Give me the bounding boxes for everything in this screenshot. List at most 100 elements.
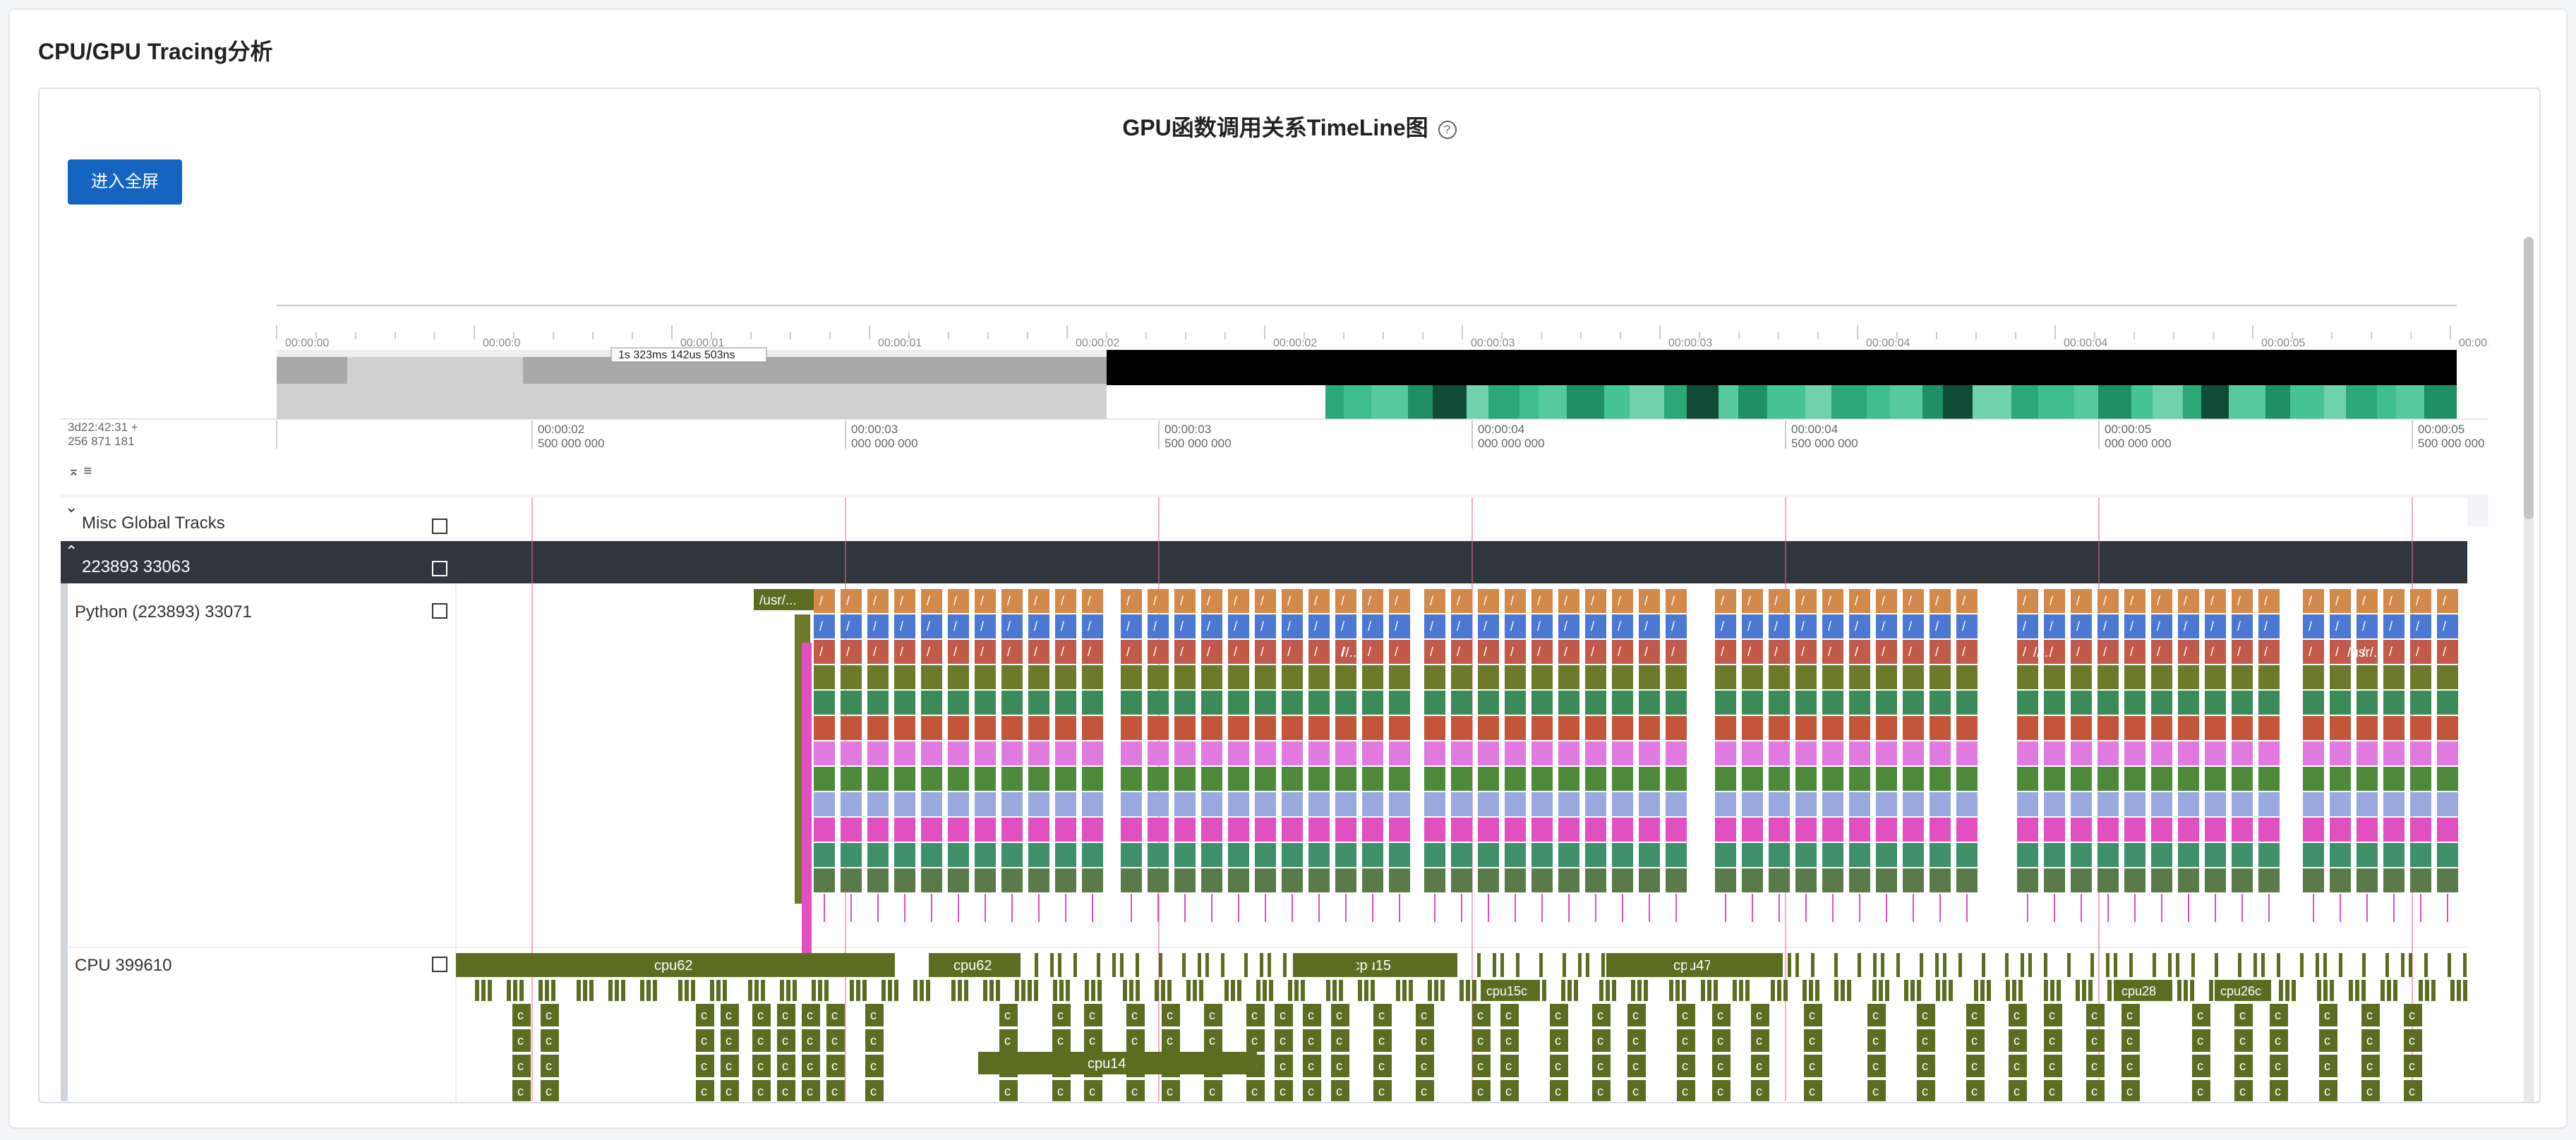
python-slice[interactable] (2097, 665, 2119, 689)
cpu-slice[interactable] (2424, 953, 2428, 977)
python-slice[interactable] (1255, 741, 1276, 765)
cpu-slice[interactable] (2349, 980, 2353, 1001)
python-slice[interactable] (1362, 843, 1383, 867)
cpu-slice[interactable] (1749, 953, 1752, 977)
cpu-slice[interactable] (2450, 980, 2455, 1001)
cpu-slice[interactable] (824, 980, 829, 1001)
python-slice[interactable] (1639, 665, 1660, 689)
python-slice[interactable] (1001, 614, 1023, 638)
cpu-slice[interactable] (1637, 980, 1642, 1001)
python-slice[interactable] (2437, 818, 2458, 842)
python-slice[interactable] (1769, 741, 1790, 765)
cpu-slice[interactable] (1885, 980, 1889, 1001)
cpu-slice[interactable] (1500, 953, 1504, 977)
python-slice[interactable] (1174, 716, 1196, 740)
python-slice[interactable] (1255, 818, 1276, 842)
python-slice[interactable] (1849, 818, 1870, 842)
python-slice[interactable] (2437, 716, 2458, 740)
python-slice[interactable] (1849, 691, 1870, 715)
cpu-slice[interactable] (608, 980, 613, 1001)
python-slice[interactable] (1082, 741, 1103, 765)
python-slice[interactable] (1639, 767, 1660, 791)
cpu-slice[interactable] (1028, 980, 1032, 1001)
python-slice[interactable] (1201, 868, 1222, 892)
python-slice[interactable] (1478, 691, 1499, 715)
python-slice[interactable] (1639, 640, 1660, 664)
python-slice[interactable] (2303, 589, 2324, 613)
python-slice[interactable] (2151, 868, 2172, 892)
python-slice[interactable] (2124, 614, 2145, 638)
cpu-slice[interactable] (1795, 953, 1799, 977)
cpu-slice[interactable] (1472, 980, 1476, 1001)
python-slice[interactable] (1956, 792, 1978, 816)
python-slice[interactable] (1505, 818, 1526, 842)
python-slice[interactable] (2303, 741, 2324, 765)
python-slice[interactable] (2071, 792, 2092, 816)
python-slice[interactable] (2330, 589, 2351, 613)
python-slice[interactable] (1335, 665, 1356, 689)
misc-global-tracks-row[interactable] (61, 497, 2467, 538)
python-slice[interactable] (1715, 589, 1736, 613)
python-slice[interactable] (975, 843, 996, 867)
python-slice[interactable] (2232, 767, 2253, 791)
python-slice[interactable] (2232, 792, 2253, 816)
python-slice[interactable] (1148, 589, 1169, 613)
cpu-slice[interactable] (1353, 953, 1356, 977)
python-slice[interactable] (1362, 691, 1383, 715)
python-slice[interactable] (1558, 691, 1579, 715)
python-slice[interactable] (2097, 818, 2119, 842)
python-slice[interactable] (1028, 792, 1049, 816)
python-slice[interactable] (1769, 716, 1790, 740)
python-slice[interactable] (921, 741, 942, 765)
cpu-slice[interactable] (1182, 953, 1186, 977)
python-slice[interactable] (1335, 767, 1356, 791)
python-slice[interactable] (1639, 792, 1660, 816)
cpu-slice[interactable] (1687, 953, 1690, 977)
python-slice[interactable] (1389, 843, 1410, 867)
python-slice[interactable] (1666, 818, 1687, 842)
python-slice[interactable] (1028, 741, 1049, 765)
python-slice[interactable] (1505, 868, 1526, 892)
python-slice[interactable] (2303, 691, 2324, 715)
python-slice[interactable] (2151, 614, 2172, 638)
cpu-slice[interactable] (1726, 953, 1729, 977)
python-slice[interactable] (1795, 691, 1817, 715)
cpu-slice[interactable] (1396, 980, 1400, 1001)
cpu-slice[interactable] (2018, 980, 2023, 1001)
python-slice[interactable] (2357, 818, 2378, 842)
python-slice[interactable] (867, 716, 889, 740)
cpu-slice[interactable] (1739, 980, 1743, 1001)
python-slice[interactable] (1148, 792, 1169, 816)
python-slice[interactable] (1585, 767, 1606, 791)
python-slice[interactable] (814, 818, 835, 842)
cpu-slice[interactable] (2339, 953, 2342, 977)
cpu-slice[interactable] (2168, 953, 2172, 977)
python-slice[interactable] (894, 843, 915, 867)
cpu-slice[interactable] (2238, 953, 2241, 977)
python-slice[interactable] (2044, 691, 2065, 715)
python-slice[interactable] (1742, 589, 1763, 613)
python-slice[interactable] (2437, 792, 2458, 816)
python-slice[interactable] (1505, 614, 1526, 638)
python-slice[interactable] (1956, 843, 1978, 867)
python-slice[interactable] (814, 792, 835, 816)
python-slice[interactable] (1308, 691, 1330, 715)
python-slice[interactable] (1715, 691, 1736, 715)
cpu-slice[interactable] (2393, 980, 2397, 1001)
python-slice[interactable] (841, 767, 862, 791)
python-slice[interactable] (2124, 665, 2145, 689)
cpu-slice[interactable] (1936, 980, 1940, 1001)
python-slice[interactable] (1822, 614, 1843, 638)
python-slice[interactable] (1055, 843, 1076, 867)
python-slice[interactable] (2097, 767, 2119, 791)
python-slice[interactable] (1956, 868, 1978, 892)
python-slice[interactable] (2383, 640, 2405, 664)
python-slice[interactable] (921, 843, 942, 867)
python-slice[interactable] (1956, 614, 1978, 638)
python-slice[interactable] (1795, 767, 1817, 791)
python-slice[interactable] (2437, 614, 2458, 638)
python-slice[interactable] (1612, 741, 1633, 765)
cpu-slice[interactable] (1477, 953, 1481, 977)
cpu-slice[interactable] (1053, 980, 1057, 1001)
python-slice[interactable] (1585, 614, 1606, 638)
